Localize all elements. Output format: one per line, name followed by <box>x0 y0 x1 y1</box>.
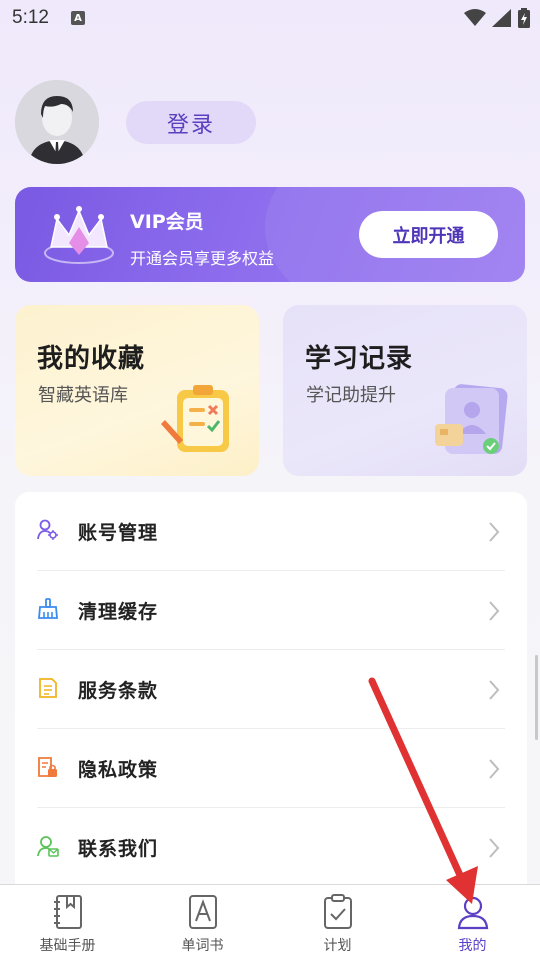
signal-icon <box>492 9 511 27</box>
tab-wordbook[interactable]: 单词书 <box>135 885 270 960</box>
contact-icon <box>37 836 59 857</box>
favorites-subtitle: 智藏英语库 <box>38 385 128 406</box>
chevron-right-icon <box>489 521 500 542</box>
menu-item-privacy[interactable]: 隐私政策 <box>15 729 527 808</box>
tab-label: 我的 <box>458 938 487 954</box>
menu-item-label: 服务条款 <box>78 680 159 702</box>
plan-icon <box>323 894 352 929</box>
chevron-right-icon <box>489 758 500 779</box>
status-time: 5:12 <box>12 7 49 28</box>
chevron-right-icon <box>489 600 500 621</box>
scrollbar[interactable] <box>535 655 538 740</box>
tab-label: 基础手册 <box>39 938 96 954</box>
vip-subtitle: 开通会员享更多权益 <box>130 249 275 268</box>
wordbook-icon <box>188 895 217 929</box>
menu-item-account[interactable]: 账号管理 <box>15 492 527 571</box>
tab-handbook[interactable]: 基础手册 <box>0 885 135 960</box>
tab-label: 计划 <box>323 938 352 954</box>
status-icons <box>464 8 530 28</box>
bottom-tab-bar: 基础手册 单词书 计划 我的 <box>0 884 540 960</box>
history-title: 学习记录 <box>305 344 414 374</box>
privacy-icon <box>38 757 57 777</box>
crown-icon <box>44 206 114 264</box>
history-id-card-icon <box>435 384 508 454</box>
default-avatar-icon <box>15 80 99 164</box>
menu-item-clear-cache[interactable]: 清理缓存 <box>15 571 527 650</box>
handbook-icon <box>53 895 82 929</box>
menu-item-label: 联系我们 <box>78 838 159 860</box>
broom-icon <box>38 598 58 619</box>
tab-profile[interactable]: 我的 <box>405 885 540 960</box>
notification-icon: A <box>70 11 85 25</box>
wifi-icon <box>464 9 486 26</box>
vip-open-button[interactable]: 立即开通 <box>359 211 498 258</box>
menu-item-contact[interactable]: 联系我们 <box>15 808 527 887</box>
tab-label: 单词书 <box>181 938 224 954</box>
favorites-title: 我的收藏 <box>37 344 146 374</box>
menu-item-label: 账号管理 <box>78 522 159 544</box>
menu-item-terms[interactable]: 服务条款 <box>15 650 527 729</box>
document-icon <box>39 678 57 698</box>
tab-plan[interactable]: 计划 <box>270 885 405 960</box>
history-card[interactable]: 学习记录 学记助提升 <box>283 305 527 476</box>
chevron-right-icon <box>489 837 500 858</box>
battery-icon <box>518 8 530 28</box>
menu-item-label: 清理缓存 <box>78 601 159 623</box>
vip-title: VIP会员 <box>130 211 204 233</box>
favorites-clipboard-icon <box>161 385 229 452</box>
avatar[interactable] <box>15 80 99 164</box>
history-subtitle: 学记助提升 <box>306 385 396 406</box>
chevron-right-icon <box>489 679 500 700</box>
settings-menu: 账号管理 清理缓存 服务条款 隐私政策 联系我们 <box>15 492 527 892</box>
status-bar: 5:12 A <box>0 0 540 36</box>
login-button[interactable]: 登录 <box>126 101 256 144</box>
menu-item-label: 隐私政策 <box>78 759 159 781</box>
account-icon <box>37 519 58 540</box>
favorites-card[interactable]: 我的收藏 智藏英语库 <box>15 305 259 476</box>
profile-icon <box>457 896 488 930</box>
